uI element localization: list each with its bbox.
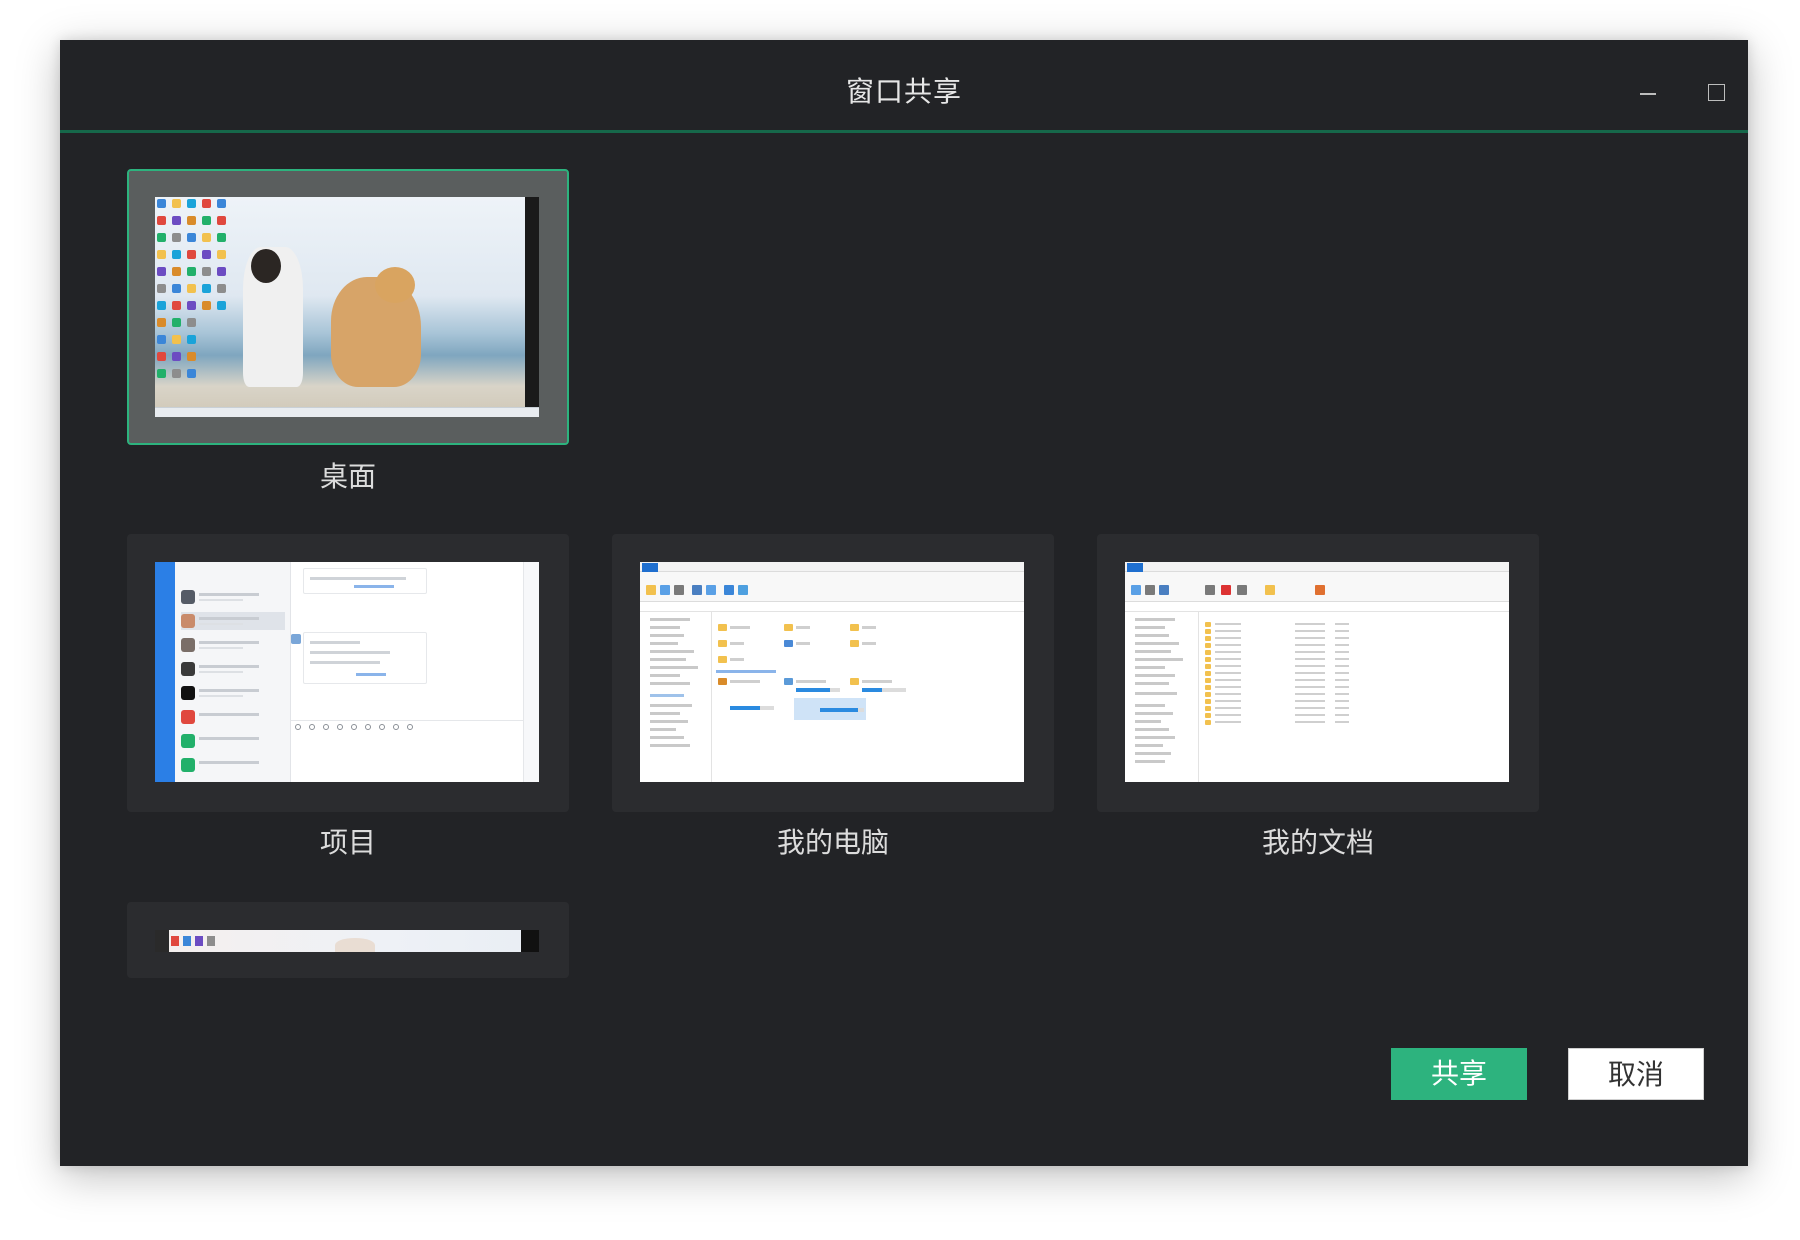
source-label-desktop: 桌面	[319, 460, 376, 493]
my-computer-thumbnail	[640, 562, 1024, 782]
share-button[interactable]: 共享	[1391, 1048, 1527, 1100]
maximize-icon[interactable]	[1696, 62, 1736, 102]
desktop-thumbnail	[155, 197, 539, 417]
source-card-partial[interactable]	[127, 902, 569, 978]
dialog-title: 窗口共享	[845, 75, 962, 108]
project-thumbnail	[155, 562, 539, 782]
source-card-my-documents[interactable]	[1097, 534, 1539, 812]
source-label-my-computer: 我的电脑	[776, 826, 889, 859]
titlebar: 窗口共享	[60, 40, 1748, 133]
source-card-my-computer[interactable]	[612, 534, 1054, 812]
source-card-desktop[interactable]	[127, 169, 569, 445]
window-share-dialog: 窗口共享 桌面 项目 我的电脑 我的文档 共享 取消	[60, 40, 1748, 1166]
partial-thumbnail	[155, 930, 539, 952]
my-documents-thumbnail	[1125, 562, 1509, 782]
source-label-project: 项目	[319, 826, 376, 859]
source-card-project[interactable]	[127, 534, 569, 812]
minimize-icon[interactable]	[1628, 62, 1668, 102]
cancel-button[interactable]: 取消	[1568, 1048, 1704, 1100]
source-label-my-documents: 我的文档	[1261, 826, 1374, 859]
